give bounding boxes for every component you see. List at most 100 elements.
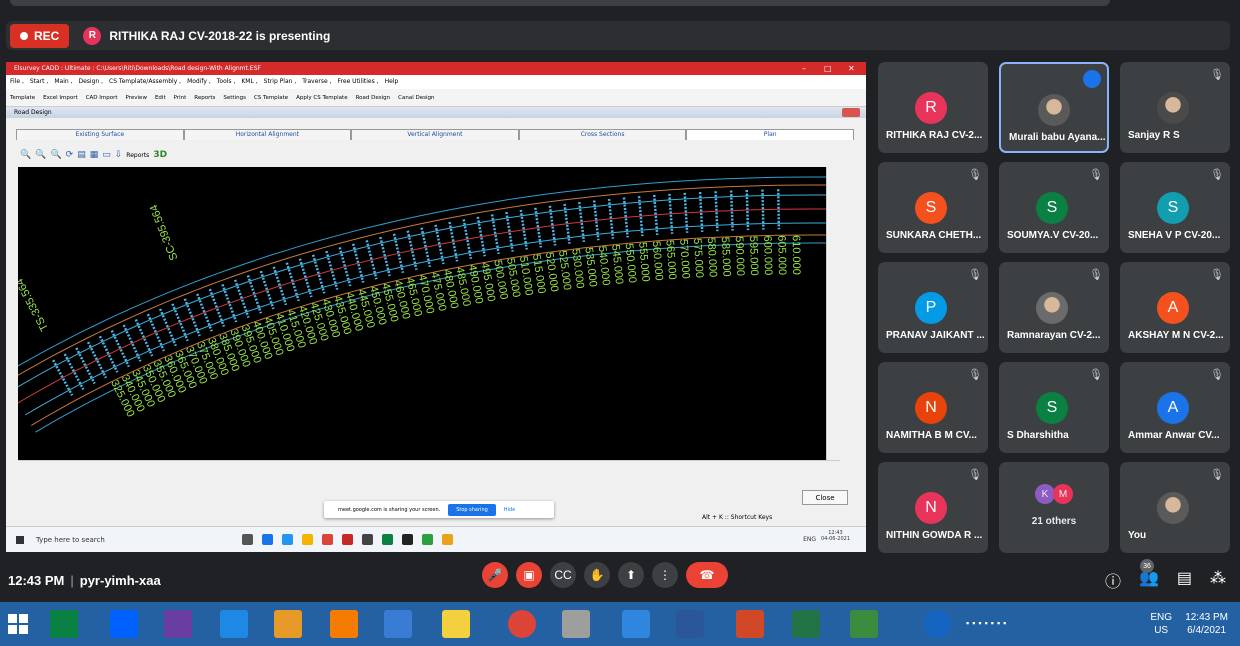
close-icon[interactable]: ✕: [848, 62, 855, 75]
chrome-icon[interactable]: [508, 610, 536, 638]
cad-toolbar-item[interactable]: Template: [10, 95, 35, 101]
cad-toolbar-item[interactable]: Excel Import: [43, 95, 78, 101]
zoom-in-icon[interactable]: 🔍: [20, 150, 31, 160]
participant-tile[interactable]: R RITHIKA RAJ CV-2...: [878, 62, 988, 153]
tab-cross-sections[interactable]: Cross Sections: [518, 129, 687, 140]
participant-tile[interactable]: N NAMITHA B M CV... 🎙: [878, 362, 988, 453]
cad-menu-item[interactable]: Start ,: [30, 78, 48, 85]
camera-off-icon[interactable]: ▣: [516, 562, 542, 588]
ie-icon[interactable]: [220, 610, 248, 638]
cad-app-icon[interactable]: [850, 610, 878, 638]
participant-tile[interactable]: A AKSHAY M N CV-2... 🎙: [1120, 262, 1230, 353]
cad-toolbar-item[interactable]: Canal Design: [398, 95, 434, 101]
cad-toolbar-item[interactable]: CAD Import: [86, 95, 118, 101]
export-icon[interactable]: ⇩: [115, 150, 123, 160]
cad-menu-item[interactable]: Design ,: [78, 78, 103, 85]
zoom-extents-icon[interactable]: 🔍: [50, 150, 61, 160]
activities-icon[interactable]: ⁂: [1210, 568, 1226, 592]
participant-tile[interactable]: S SUNKARA CHETH... 🎙: [878, 162, 988, 253]
cad-toolbar-item[interactable]: Settings: [223, 95, 246, 101]
zoom-out-icon[interactable]: 🔍: [35, 150, 46, 160]
print-icon[interactable]: ▭: [102, 150, 111, 160]
participant-tile[interactable]: Sanjay R S 🎙: [1120, 62, 1230, 153]
cad-toolbar-item[interactable]: Edit: [155, 95, 166, 101]
app-icon[interactable]: [342, 534, 353, 545]
vlc-icon[interactable]: [330, 610, 358, 638]
photo-app-icon[interactable]: [164, 610, 192, 638]
cad-menu-item[interactable]: File ,: [10, 78, 24, 85]
windows-start-icon[interactable]: [16, 535, 24, 544]
3d-button[interactable]: 3D: [153, 150, 167, 160]
notes-icon[interactable]: [274, 610, 302, 638]
dialog-close-icon[interactable]: [842, 108, 860, 117]
people-icon[interactable]: 👥: [1139, 568, 1159, 592]
file-explorer-icon[interactable]: [442, 610, 470, 638]
app-icon-5[interactable]: [442, 534, 453, 545]
cad-menu-item[interactable]: Strip Plan ,: [264, 78, 297, 85]
cad-toolbar-item[interactable]: CS Template: [254, 95, 288, 101]
cad-menu-item[interactable]: Help: [385, 78, 399, 85]
chat-icon[interactable]: ▤: [1177, 568, 1192, 592]
end-call-icon[interactable]: ☎: [686, 562, 728, 588]
participant-tile[interactable]: S SOUMYA.V CV-20... 🎙: [999, 162, 1109, 253]
search-app-icon[interactable]: [384, 610, 412, 638]
captions-icon[interactable]: CC: [550, 562, 576, 588]
participant-tile[interactable]: You 🎙: [1120, 462, 1230, 553]
participant-tile[interactable]: K M 21 others: [999, 462, 1109, 553]
info-icon[interactable]: ⓘ: [1105, 568, 1121, 592]
cad-toolbar-item[interactable]: Reports: [194, 95, 215, 101]
participant-tile[interactable]: P PRANAV JAIKANT ... 🎙: [878, 262, 988, 353]
horizontal-scrollbar[interactable]: [18, 460, 840, 472]
participant-tile[interactable]: S SNEHA V P CV-20... 🎙: [1120, 162, 1230, 253]
cad-toolbar-item[interactable]: Apply CS Template: [296, 95, 347, 101]
taskbar-clock[interactable]: 12:43 PM 6/4/2021: [1185, 611, 1228, 637]
xbox-icon[interactable]: [402, 534, 413, 545]
tab-existing-surface[interactable]: Existing Surface: [16, 129, 184, 140]
cad-menu-item[interactable]: Main ,: [54, 78, 72, 85]
recording-badge[interactable]: REC: [10, 23, 70, 48]
stop-sharing-button[interactable]: Stop sharing: [448, 503, 496, 516]
system-tray-icons[interactable]: ▪▪▪▪▪▪▪: [966, 618, 1009, 628]
hide-button[interactable]: Hide: [504, 507, 515, 513]
help-icon[interactable]: [924, 610, 952, 638]
layer-icon[interactable]: ▤: [77, 150, 86, 160]
cad-menu-item[interactable]: Modify ,: [187, 78, 211, 85]
vertical-scrollbar[interactable]: [826, 167, 840, 460]
refresh-icon[interactable]: ⟳: [66, 150, 74, 160]
pdf-icon[interactable]: [622, 610, 650, 638]
tab-plan[interactable]: Plan: [686, 129, 854, 140]
powerpoint-icon[interactable]: [736, 610, 764, 638]
close-button[interactable]: Close: [802, 490, 848, 505]
participant-tile[interactable]: N NITHIN GOWDA R ... 🎙: [878, 462, 988, 553]
present-icon[interactable]: ⬆: [618, 562, 644, 588]
maximize-icon[interactable]: □: [824, 62, 832, 75]
cad-menu-item[interactable]: KML ,: [241, 78, 257, 85]
display-icon[interactable]: ▦: [90, 150, 99, 160]
folder-icon[interactable]: [302, 534, 313, 545]
participant-tile[interactable]: Murali babu Ayana...: [999, 62, 1109, 153]
cad-menu-item[interactable]: CS Template/Assembly ,: [109, 78, 181, 85]
cad-menu-item[interactable]: Traverse ,: [302, 78, 331, 85]
tab-vertical-alignment[interactable]: Vertical Alignment: [351, 129, 519, 140]
mic-off-icon[interactable]: 🎤: [482, 562, 508, 588]
app-icon-2[interactable]: [362, 534, 373, 545]
app-icon-4[interactable]: [422, 534, 433, 545]
app-icon-3[interactable]: [382, 534, 393, 545]
tab-horizontal-alignment[interactable]: Horizontal Alignment: [183, 129, 352, 140]
cad-toolbar-item[interactable]: Road Design: [356, 95, 391, 101]
windows-start-icon[interactable]: [8, 614, 28, 634]
cad-toolbar-item[interactable]: Preview: [126, 95, 147, 101]
raise-hand-icon[interactable]: ✋: [584, 562, 610, 588]
minimize-icon[interactable]: –: [802, 62, 806, 75]
store-icon[interactable]: [262, 534, 273, 545]
dropbox-icon[interactable]: [110, 610, 138, 638]
participant-tile[interactable]: A Ammar Anwar CV... 🎙: [1120, 362, 1230, 453]
task-view-icon[interactable]: [242, 534, 253, 545]
mail-icon[interactable]: [282, 534, 293, 545]
store-icon[interactable]: [50, 610, 78, 638]
cad-toolbar-item[interactable]: Print: [174, 95, 187, 101]
participant-tile[interactable]: S S Dharshitha 🎙: [999, 362, 1109, 453]
participant-tile[interactable]: Ramnarayan CV-2... 🎙: [999, 262, 1109, 353]
word-icon[interactable]: [676, 610, 704, 638]
more-options-icon[interactable]: ⋮: [652, 562, 678, 588]
